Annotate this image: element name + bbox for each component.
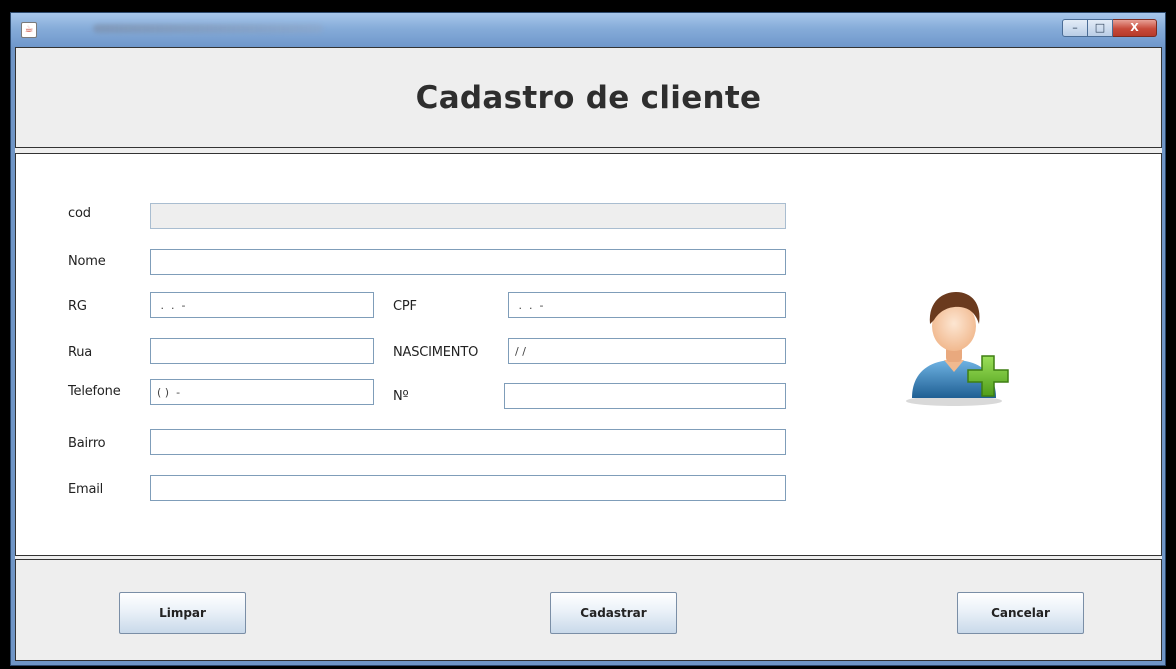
- telefone-field[interactable]: [150, 379, 374, 405]
- window-title-blurred: [93, 24, 323, 33]
- close-button[interactable]: X: [1113, 19, 1157, 37]
- window-controls: – □ X: [1062, 19, 1157, 37]
- nascimento-label: NASCIMENTO: [393, 345, 479, 360]
- numero-field[interactable]: [504, 383, 786, 409]
- telefone-label: Telefone: [68, 384, 121, 399]
- email-field[interactable]: [150, 475, 786, 501]
- window-content: Cadastro de cliente cod Nome RG CPF Rua …: [15, 47, 1162, 661]
- rua-field[interactable]: [150, 338, 374, 364]
- title-bar[interactable]: ☕ – □ X: [11, 13, 1165, 47]
- header-panel: Cadastro de cliente: [15, 47, 1162, 148]
- client-form-panel: cod Nome RG CPF Rua NASCIMENTO Telefone …: [15, 153, 1162, 556]
- app-window: ☕ – □ X Cadastro de cliente cod Nome RG …: [10, 12, 1166, 666]
- nascimento-field[interactable]: [508, 338, 786, 364]
- cod-field: [150, 203, 786, 229]
- numero-label: Nº: [393, 389, 409, 404]
- rua-label: Rua: [68, 345, 93, 360]
- limpar-button[interactable]: Limpar: [119, 592, 246, 634]
- cancelar-button[interactable]: Cancelar: [957, 592, 1084, 634]
- nome-field[interactable]: [150, 249, 786, 275]
- add-user-icon: [906, 292, 1009, 406]
- bairro-field[interactable]: [150, 429, 786, 455]
- page-title: Cadastro de cliente: [415, 80, 762, 116]
- cod-label: cod: [68, 206, 91, 221]
- cadastrar-button[interactable]: Cadastrar: [550, 592, 677, 634]
- rg-field[interactable]: [150, 292, 374, 318]
- nome-label: Nome: [68, 254, 106, 269]
- email-label: Email: [68, 482, 104, 497]
- bairro-label: Bairro: [68, 436, 106, 451]
- footer-panel: Limpar Cadastrar Cancelar: [15, 559, 1162, 661]
- cpf-label: CPF: [393, 299, 417, 314]
- rg-label: RG: [68, 299, 87, 314]
- maximize-button[interactable]: □: [1088, 19, 1113, 37]
- minimize-button[interactable]: –: [1062, 19, 1088, 37]
- cpf-field[interactable]: [508, 292, 786, 318]
- java-cup-icon: ☕: [21, 22, 37, 38]
